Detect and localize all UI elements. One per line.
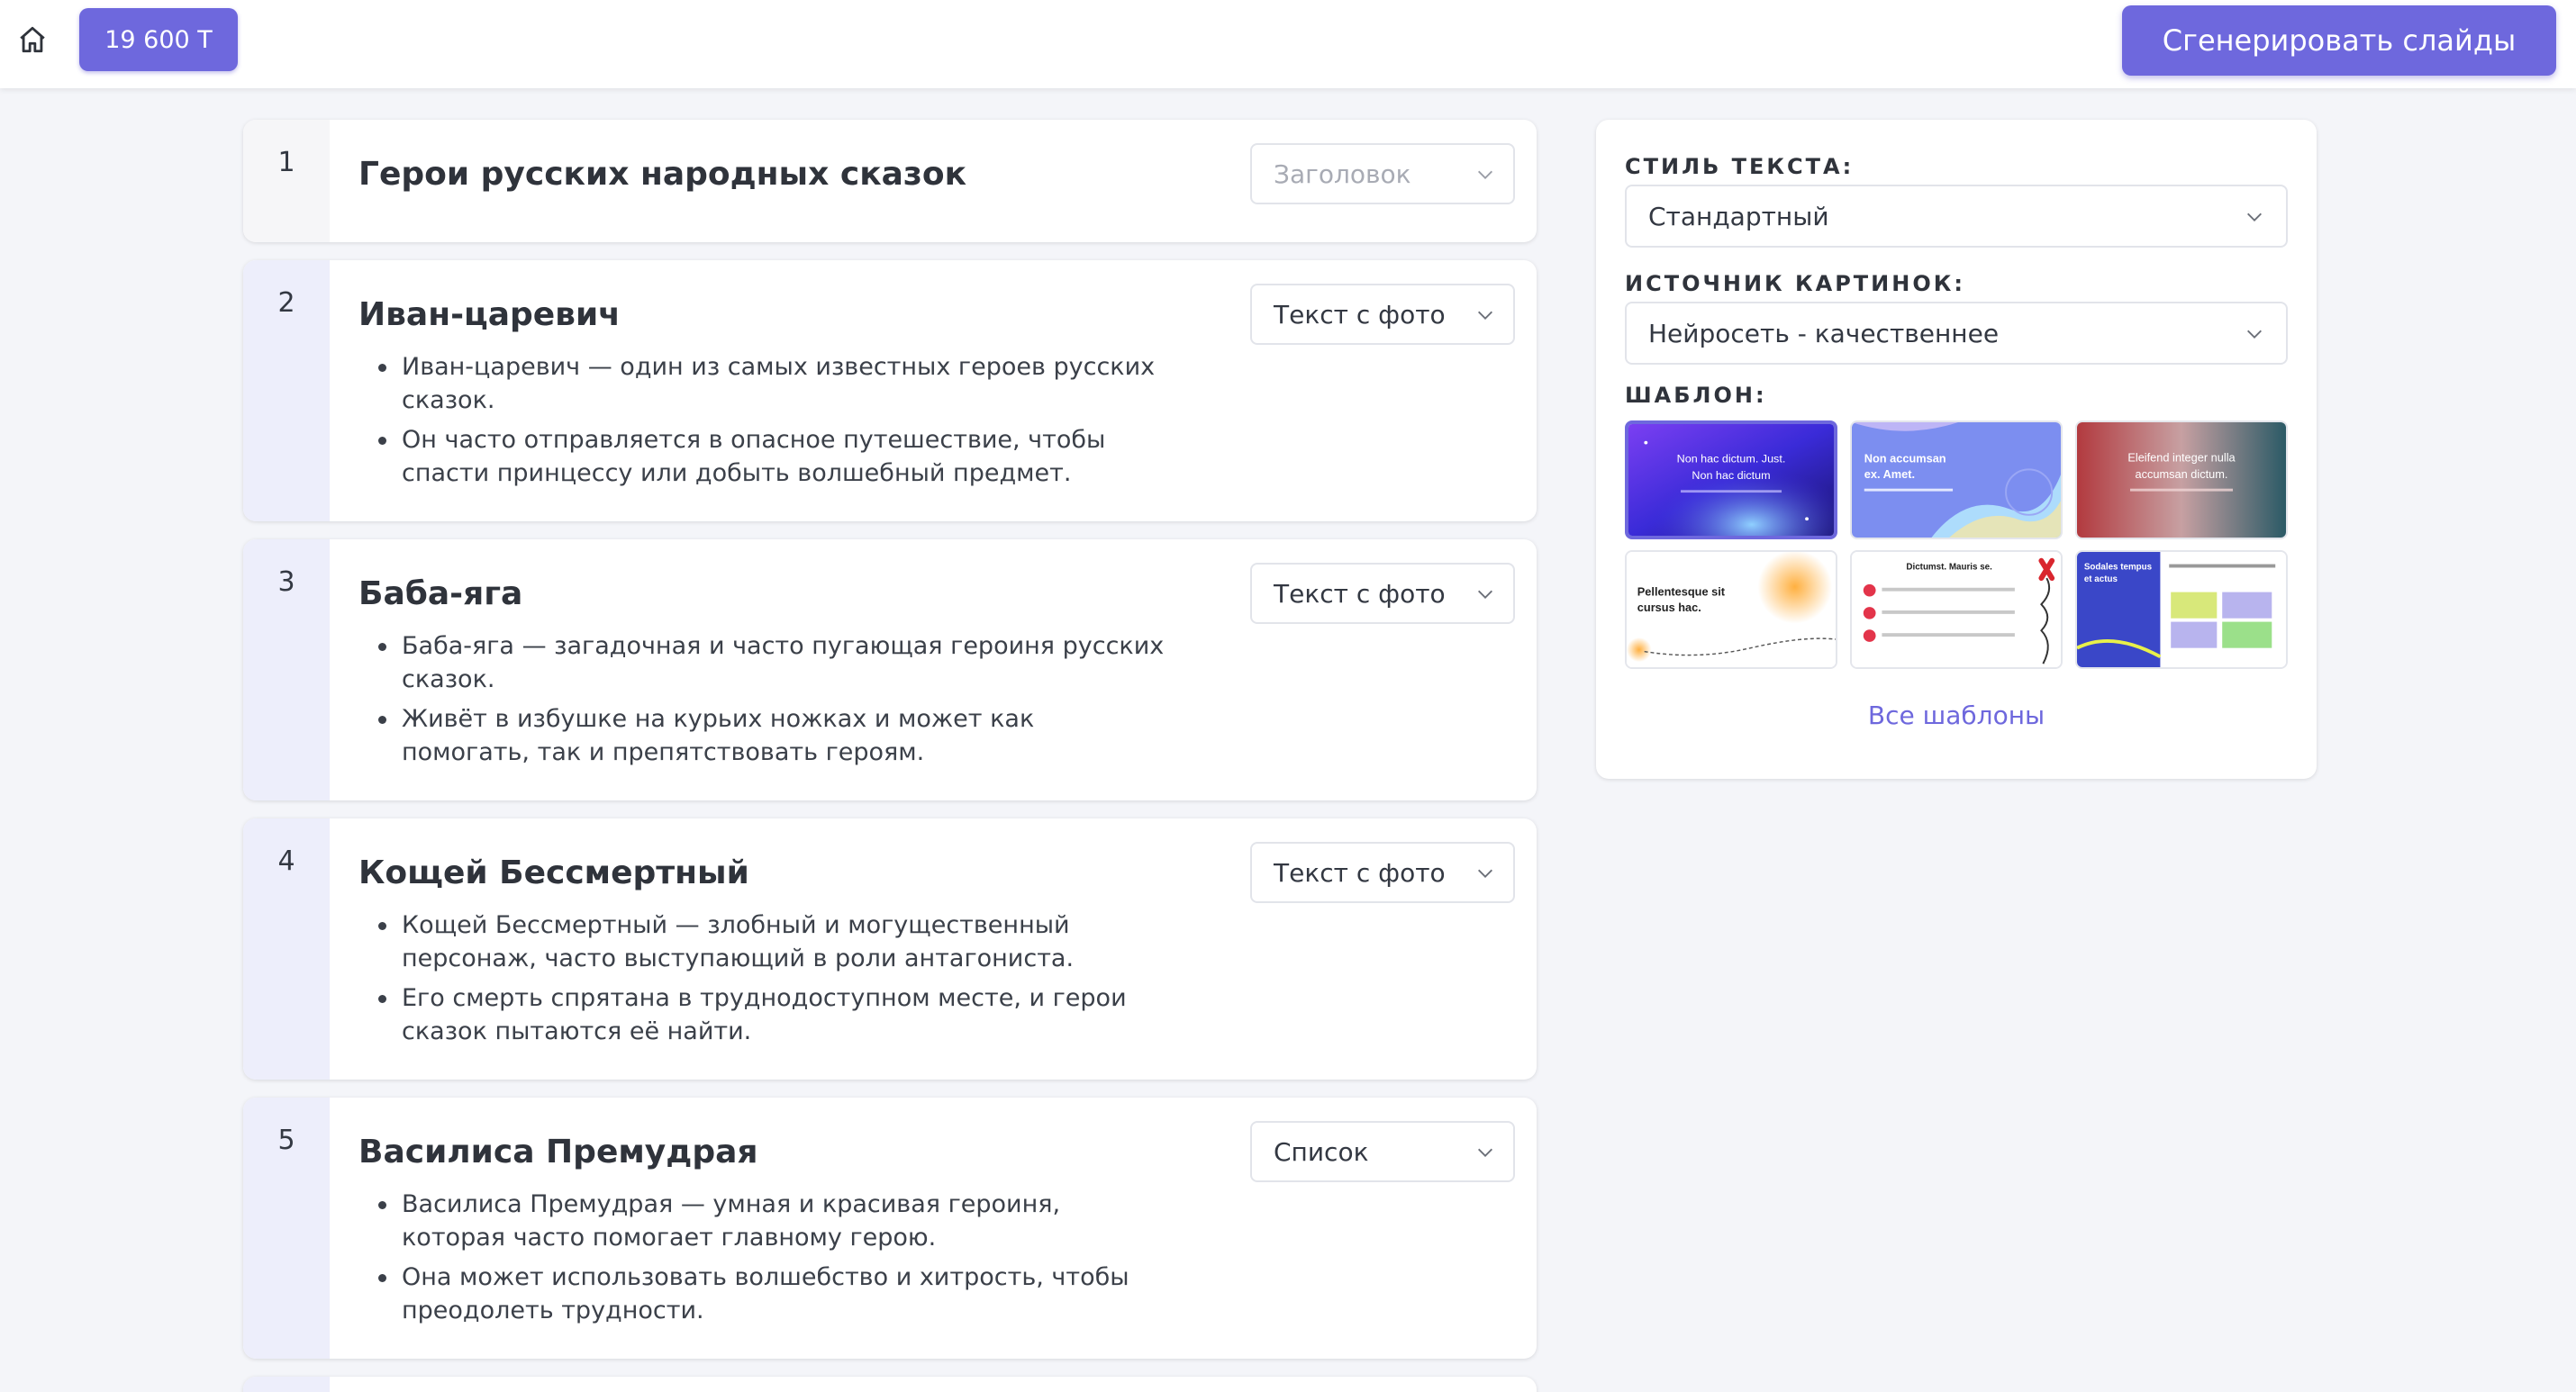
text-style-label: СТИЛЬ ТЕКСТА:: [1625, 154, 1855, 179]
chevron-down-icon: [1478, 590, 1492, 599]
slide-bullets: Василиса Премудрая — умная и красивая ге…: [358, 1188, 1169, 1333]
image-source-label: ИСТОЧНИК КАРТИНОК:: [1625, 271, 1965, 296]
template-thumbnail-6[interactable]: Sodales tempus et actus: [2075, 550, 2288, 669]
image-source-select[interactable]: Нейросеть - качественнее: [1625, 302, 2288, 365]
top-bar: 19 600 Т Сгенерировать слайды: [0, 0, 2576, 88]
slide-type-select[interactable]: Список: [1250, 1121, 1515, 1182]
slide-bullet[interactable]: Иван-царевич — один из самых известных г…: [358, 350, 1169, 417]
template-text: Non hac dictum. Just.: [1677, 452, 1786, 465]
slide-title[interactable]: Баба-яга: [358, 575, 522, 612]
slide-card-4: 4 Кощей Бессмертный Кощей Бессмертный — …: [243, 818, 1537, 1080]
slide-type-value: Текст с фото: [1274, 578, 1446, 609]
slide-number: 4: [277, 845, 295, 877]
template-text: accumsan dictum.: [2136, 468, 2228, 481]
template-text: Dictumst. Mauris se.: [1906, 562, 1992, 572]
balance-button[interactable]: 19 600 Т: [79, 8, 238, 71]
slide-bullet[interactable]: Кощей Бессмертный — злобный и могуществе…: [358, 908, 1169, 975]
slide-bullets: Кощей Бессмертный — злобный и могуществе…: [358, 908, 1169, 1054]
slide-bullets: Баба-яга — загадочная и часто пугающая г…: [358, 629, 1169, 775]
home-icon: [20, 26, 45, 53]
slide-bullets: Иван-царевич — один из самых известных г…: [358, 350, 1169, 496]
template-text: ex. Amet.: [1864, 468, 1915, 481]
slide-bullet[interactable]: Василиса Премудрая — умная и красивая ге…: [358, 1188, 1169, 1254]
slide-title[interactable]: Иван-царевич: [358, 296, 621, 333]
template-thumbnail-2[interactable]: Non accumsan ex. Amet.: [1850, 420, 2063, 539]
settings-panel: СТИЛЬ ТЕКСТА: Стандартный ИСТОЧНИК КАРТИ…: [1596, 120, 2317, 779]
chevron-down-icon: [1478, 311, 1492, 320]
template-thumbnail-5[interactable]: Dictumst. Mauris se.: [1850, 550, 2063, 669]
slide-number-column: [243, 120, 330, 242]
slide-card-6: [243, 1377, 1537, 1392]
template-thumbnail-4[interactable]: Pellentesque sit cursus hac.: [1625, 550, 1837, 669]
slide-number-column: [243, 1377, 330, 1392]
home-button[interactable]: [13, 20, 52, 59]
template-text: Eleifend integer nulla: [2127, 452, 2236, 465]
template-text: cursus hac.: [1637, 601, 1701, 614]
slide-type-value: Список: [1274, 1136, 1369, 1167]
slide-bullet[interactable]: Она может использовать волшебство и хитр…: [358, 1261, 1169, 1327]
all-templates-link[interactable]: Все шаблоны: [1596, 701, 2317, 730]
text-style-value: Стандартный: [1648, 201, 1829, 231]
template-thumbnail-1[interactable]: Non hac dictum. Just. Non hac dictum: [1625, 420, 1837, 539]
slide-number: 2: [277, 287, 295, 319]
chevron-down-icon: [1478, 869, 1492, 878]
slide-type-select[interactable]: Текст с фото: [1250, 284, 1515, 345]
slide-card-5: 5 Василиса Премудрая Василиса Премудрая …: [243, 1098, 1537, 1359]
slide-type-value: Заголовок: [1274, 158, 1411, 189]
slide-number: 5: [277, 1125, 295, 1156]
slide-title[interactable]: Василиса Премудрая: [358, 1134, 758, 1171]
slide-bullet[interactable]: Баба-яга — загадочная и часто пугающая г…: [358, 629, 1169, 696]
slide-card-2: 2 Иван-царевич Иван-царевич — один из са…: [243, 260, 1537, 521]
slide-number: 1: [277, 147, 295, 178]
slide-bullet[interactable]: Он часто отправляется в опасное путешест…: [358, 423, 1169, 490]
template-text: Non hac dictum: [1692, 469, 1770, 482]
chevron-down-icon: [1478, 1148, 1492, 1157]
slide-card-3: 3 Баба-яга Баба-яга — загадочная и часто…: [243, 539, 1537, 800]
template-text: Non accumsan: [1864, 453, 1946, 466]
slide-type-select[interactable]: Заголовок: [1250, 143, 1515, 204]
text-style-select[interactable]: Стандартный: [1625, 185, 2288, 248]
slide-number: 3: [277, 566, 295, 598]
slide-type-value: Текст с фото: [1274, 299, 1446, 330]
template-text: Sodales tempus: [2084, 562, 2153, 572]
image-source-value: Нейросеть - качественнее: [1648, 318, 2000, 348]
chevron-down-icon: [1478, 170, 1492, 179]
chevron-down-icon: [2247, 212, 2262, 221]
slide-type-value: Текст с фото: [1274, 857, 1446, 888]
slide-bullet[interactable]: Его смерть спрятана в труднодоступном ме…: [358, 981, 1169, 1048]
generate-slides-button[interactable]: Сгенерировать слайды: [2122, 5, 2556, 76]
chevron-down-icon: [2247, 330, 2262, 339]
slide-card-1: 1 Герои русских народных сказок Заголово…: [243, 120, 1537, 242]
template-label: ШАБЛОН:: [1625, 383, 1767, 408]
slide-bullet[interactable]: Живёт в избушке на курьих ножках и может…: [358, 702, 1169, 769]
template-grid: Non hac dictum. Just. Non hac dictum Non…: [1625, 420, 2288, 669]
template-text: et actus: [2084, 574, 2118, 584]
template-text: Pellentesque sit: [1637, 586, 1726, 599]
slide-title[interactable]: Герои русских народных сказок: [358, 156, 966, 193]
template-thumbnail-3[interactable]: Eleifend integer nulla accumsan dictum.: [2075, 420, 2288, 539]
slide-title[interactable]: Кощей Бессмертный: [358, 854, 749, 891]
slide-type-select[interactable]: Текст с фото: [1250, 563, 1515, 624]
slide-type-select[interactable]: Текст с фото: [1250, 842, 1515, 903]
